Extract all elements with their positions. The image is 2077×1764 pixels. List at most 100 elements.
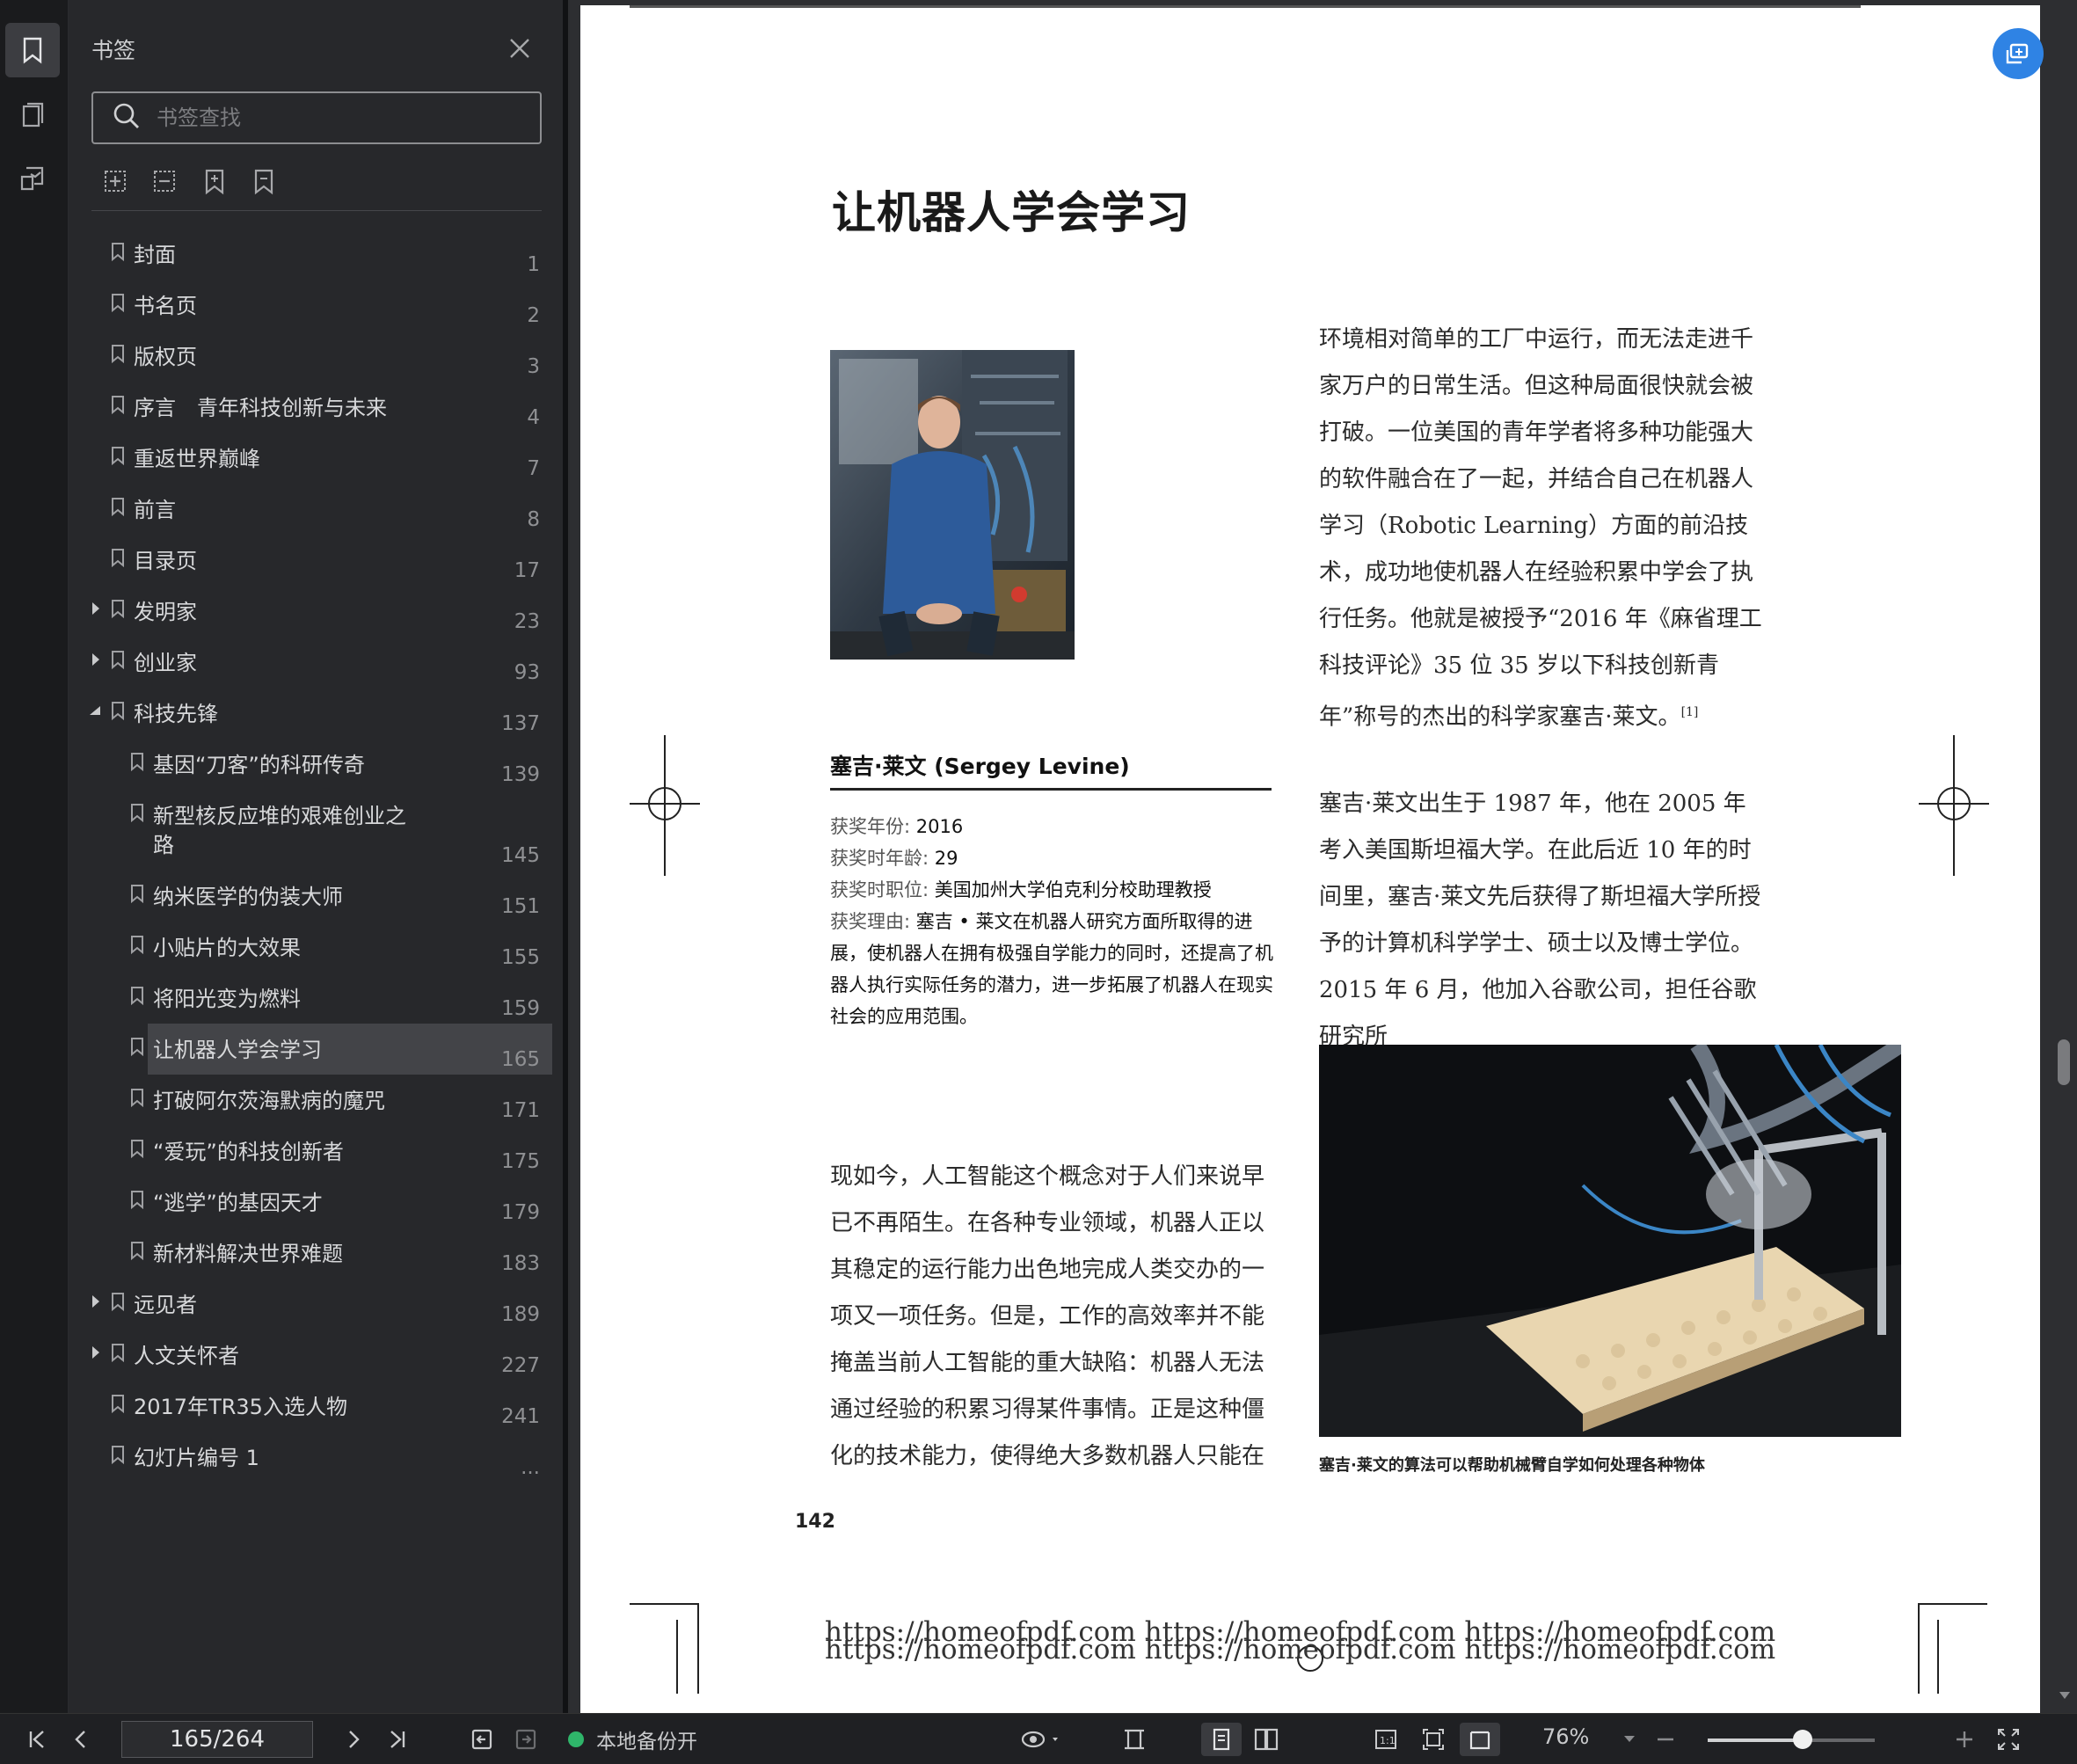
document-page: 让机器人学会学习 塞吉·莱文 (Sergey Levine) 获奖年份: 201…	[580, 5, 2040, 1713]
fit-height-icon[interactable]	[1460, 1723, 1500, 1756]
zoom-in-icon[interactable]	[1947, 1723, 1982, 1756]
bookmark-icon	[130, 884, 144, 904]
document-scrollbar[interactable]	[2052, 0, 2077, 1713]
bookmark-icon	[111, 344, 125, 364]
translate-float-icon[interactable]	[1993, 28, 2044, 79]
bookmark-label: 科技先锋	[134, 702, 218, 726]
bookmark-icon	[130, 803, 144, 823]
expand-caret-icon[interactable]	[90, 1293, 102, 1310]
bookmark-item[interactable]: 让机器人学会学习 165	[95, 1024, 552, 1075]
bookmark-search-input[interactable]	[157, 106, 508, 130]
watermark-line-2: https://homeofpdf.com https://homeofpdf.…	[825, 1634, 1776, 1666]
collapse-caret-icon[interactable]	[88, 702, 100, 719]
add-bookmark-icon[interactable]	[200, 167, 229, 195]
bookmark-page: ...	[521, 1456, 540, 1479]
scroll-down-icon[interactable]	[2059, 1692, 2070, 1701]
bookmark-label: 书名页	[134, 294, 197, 318]
fit-page-icon[interactable]	[1416, 1723, 1451, 1756]
zoom-slider-fill	[1708, 1738, 1804, 1742]
bookmark-item[interactable]: 基因“刀客”的科研传奇 139	[95, 739, 552, 790]
bookmark-item[interactable]: 版权页 3	[95, 331, 552, 382]
collapse-all-icon[interactable]	[151, 167, 179, 195]
forward-icon[interactable]	[508, 1723, 543, 1756]
bookmark-item[interactable]: 幻灯片编号 1...	[95, 1432, 552, 1483]
zoom-slider[interactable]	[1708, 1738, 1875, 1742]
bookmark-icon	[111, 701, 125, 721]
annotations-tab-icon[interactable]	[5, 151, 60, 206]
close-icon[interactable]	[506, 35, 533, 62]
scrollbar-thumb[interactable]	[2058, 1039, 2070, 1085]
bookmark-item[interactable]: 纳米医学的伪装大师 151	[95, 871, 552, 922]
bookmark-item[interactable]: 书名页 2	[95, 280, 552, 331]
bookmark-icon	[130, 752, 144, 772]
back-icon[interactable]	[464, 1723, 499, 1756]
bookmark-item[interactable]: 打破阿尔茨海默病的魔咒 171	[95, 1075, 552, 1126]
expand-caret-icon[interactable]	[90, 651, 102, 668]
last-page-icon[interactable]	[380, 1723, 415, 1756]
bookmark-page: 179	[501, 1201, 540, 1224]
backup-status[interactable]: 本地备份开	[568, 1724, 697, 1754]
fullscreen-icon[interactable]	[1991, 1723, 2026, 1756]
bookmark-toolbar	[91, 167, 542, 211]
bookmark-item[interactable]: 创业家 93	[92, 637, 552, 688]
expand-all-icon[interactable]	[102, 167, 130, 195]
bookmark-item[interactable]: 远见者 189	[92, 1279, 552, 1330]
bookmark-icon	[130, 1139, 144, 1159]
zoom-out-icon[interactable]	[1648, 1723, 1683, 1756]
bookmark-item[interactable]: 序言 青年科技创新与未来 4	[95, 382, 552, 433]
svg-text:1:1: 1:1	[1380, 1735, 1396, 1746]
next-page-icon[interactable]	[336, 1723, 371, 1756]
bookmark-page: 145	[501, 844, 540, 867]
bookmark-item[interactable]: 目录页 17	[95, 535, 552, 586]
page-number-input[interactable]	[121, 1721, 313, 1758]
backup-status-dot	[568, 1731, 584, 1747]
search-icon	[113, 102, 141, 134]
bookmark-item[interactable]: 将阳光变为燃料 159	[95, 973, 552, 1024]
crop-marks	[630, 735, 1989, 1694]
remove-bookmark-icon[interactable]	[250, 167, 278, 195]
bookmark-item[interactable]: 前言 8	[95, 484, 552, 535]
bookmark-page: 241	[501, 1405, 540, 1428]
bookmark-item[interactable]: 重返世界巅峰 7	[95, 433, 552, 484]
expand-caret-icon[interactable]	[90, 1344, 102, 1361]
bookmark-label: 目录页	[134, 549, 197, 573]
bookmark-page: 189	[501, 1303, 540, 1326]
bookmark-icon	[111, 293, 125, 313]
two-page-icon[interactable]	[1249, 1723, 1284, 1756]
thumbnails-tab-icon[interactable]	[5, 88, 60, 142]
eye-protection-icon[interactable]	[1017, 1723, 1066, 1756]
bookmark-tree: 封面 1 书名页 2 版权页 3 序言 青年科技创新与未来 4 重返世界巅峰 7 前言 8 目录页 17 发…	[90, 229, 552, 1483]
bookmark-icon	[111, 1445, 125, 1465]
bookmark-item[interactable]: 小贴片的大效果 155	[95, 922, 552, 973]
bookmark-item[interactable]: 新型核反应堆的艰难创业之路 145	[95, 790, 552, 871]
bookmark-tab-icon[interactable]	[5, 23, 60, 77]
bookmark-item[interactable]: 2017年TR35入选人物 241	[95, 1381, 552, 1432]
bookmark-item[interactable]: “爱玩”的科技创新者 175	[95, 1126, 552, 1177]
single-page-icon[interactable]	[1201, 1723, 1242, 1756]
bookmark-label: 幻灯片编号 1	[134, 1446, 259, 1470]
expand-caret-icon[interactable]	[90, 600, 102, 617]
bookmark-item[interactable]: 人文关怀者 227	[92, 1330, 552, 1381]
bookmark-page: 7	[527, 457, 540, 480]
bookmark-panel: 书签 封面 1 书名页 2 版权页 3 序言 青年科技创新与未来 4 重返世界巅峰 7 前言	[69, 0, 563, 1713]
first-page-icon[interactable]	[19, 1723, 55, 1756]
bookmark-item[interactable]: “逃学”的基因天才 179	[95, 1177, 552, 1228]
bookmark-icon	[111, 1394, 125, 1414]
zoom-dropdown-icon[interactable]	[1616, 1723, 1643, 1756]
bookmark-item[interactable]: 封面 1	[95, 229, 552, 280]
bookmark-page: 17	[514, 559, 540, 582]
bookmark-item[interactable]: 新材料解决世界难题 183	[95, 1228, 552, 1279]
bookmark-page: 93	[514, 661, 540, 684]
bookmark-search[interactable]	[91, 91, 542, 144]
actual-size-icon[interactable]: 1:1	[1368, 1723, 1403, 1756]
zoom-level[interactable]: 76%	[1542, 1724, 1589, 1749]
prev-page-icon[interactable]	[63, 1723, 98, 1756]
bookmark-label: 纳米医学的伪装大师	[153, 885, 343, 909]
zoom-slider-knob[interactable]	[1793, 1730, 1813, 1749]
bookmark-page: 139	[501, 763, 540, 786]
bookmark-label: 将阳光变为燃料	[153, 987, 301, 1011]
bookmark-item[interactable]: 科技先锋 137	[90, 688, 552, 739]
fit-width-icon[interactable]	[1117, 1723, 1152, 1756]
bookmark-item[interactable]: 发明家 23	[92, 586, 552, 637]
bookmark-label: 2017年TR35入选人物	[134, 1395, 347, 1419]
